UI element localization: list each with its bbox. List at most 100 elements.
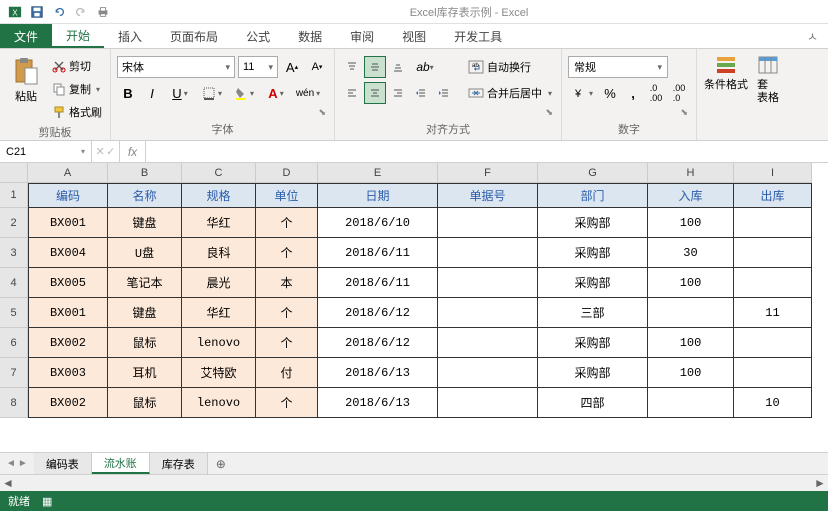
cell[interactable] <box>734 358 812 388</box>
cut-button[interactable]: 剪切 <box>50 56 104 76</box>
cell[interactable] <box>438 298 538 328</box>
merge-center-button[interactable]: 合并后居中▾ <box>465 82 555 104</box>
conditional-format-button[interactable]: 条件格式 <box>703 52 749 92</box>
align-launcher[interactable]: ⬊ <box>545 107 553 118</box>
cell[interactable]: BX001 <box>28 298 108 328</box>
font-color-button[interactable]: A▾ <box>261 82 291 104</box>
cell[interactable] <box>438 358 538 388</box>
cell[interactable]: 采购部 <box>538 328 648 358</box>
cell[interactable]: 鼠标 <box>108 328 182 358</box>
decrease-indent-button[interactable] <box>410 82 432 104</box>
cell[interactable]: 个 <box>256 238 318 268</box>
cell[interactable]: 100 <box>648 208 734 238</box>
decrease-decimal-button[interactable]: .00.0 <box>668 82 690 104</box>
header-cell[interactable]: 入库 <box>648 183 734 208</box>
undo-button[interactable] <box>48 1 70 23</box>
cell[interactable]: 三部 <box>538 298 648 328</box>
tab-file[interactable]: 文件 <box>0 24 52 48</box>
cell[interactable]: 华红 <box>182 208 256 238</box>
font-name-combo[interactable]: 宋体▾ <box>117 56 235 78</box>
increase-font-button[interactable]: A▴ <box>281 56 303 78</box>
tab-insert[interactable]: 插入 <box>104 24 156 48</box>
cell[interactable]: 2018/6/12 <box>318 328 438 358</box>
horizontal-scrollbar[interactable]: ◄ ► <box>0 474 828 491</box>
comma-button[interactable]: , <box>622 82 644 104</box>
cell[interactable]: lenovo <box>182 388 256 418</box>
cell[interactable]: BX001 <box>28 208 108 238</box>
col-header[interactable]: G <box>538 163 648 183</box>
header-cell[interactable]: 出库 <box>734 183 812 208</box>
header-cell[interactable]: 日期 <box>318 183 438 208</box>
row-header[interactable]: 3 <box>0 238 28 268</box>
cell[interactable]: 笔记本 <box>108 268 182 298</box>
orientation-button[interactable]: ab▾ <box>410 56 440 78</box>
col-header[interactable]: A <box>28 163 108 183</box>
cell[interactable]: 本 <box>256 268 318 298</box>
cell[interactable]: 个 <box>256 208 318 238</box>
bold-button[interactable]: B <box>117 82 139 104</box>
cell[interactable]: 采购部 <box>538 268 648 298</box>
cell[interactable] <box>734 238 812 268</box>
align-left-button[interactable] <box>341 82 363 104</box>
paste-button[interactable]: 粘贴 <box>6 52 46 104</box>
tab-dev[interactable]: 开发工具 <box>440 24 516 48</box>
scroll-right-icon[interactable]: ► <box>812 476 828 491</box>
cell[interactable]: BX005 <box>28 268 108 298</box>
sheet-tab-2[interactable]: 流水账 <box>92 453 150 474</box>
format-table-button[interactable]: 套 表格 <box>753 52 783 105</box>
underline-button[interactable]: U▾ <box>165 82 195 104</box>
cell[interactable]: BX002 <box>28 328 108 358</box>
name-box[interactable]: C21▾ <box>0 141 92 162</box>
col-header[interactable]: C <box>182 163 256 183</box>
cell[interactable]: 2018/6/11 <box>318 238 438 268</box>
cell[interactable]: 采购部 <box>538 358 648 388</box>
row-header[interactable]: 7 <box>0 358 28 388</box>
align-top-button[interactable] <box>341 56 363 78</box>
add-sheet-button[interactable]: ⊕ <box>208 453 234 474</box>
cell[interactable]: 30 <box>648 238 734 268</box>
header-cell[interactable]: 单位 <box>256 183 318 208</box>
cell[interactable] <box>438 328 538 358</box>
quick-print-button[interactable] <box>92 1 114 23</box>
align-middle-button[interactable] <box>364 56 386 78</box>
decrease-font-button[interactable]: A▾ <box>306 56 328 78</box>
cell[interactable]: U盘 <box>108 238 182 268</box>
cell[interactable]: 艾特欧 <box>182 358 256 388</box>
cell[interactable]: 耳机 <box>108 358 182 388</box>
tab-formula[interactable]: 公式 <box>232 24 284 48</box>
sheet-tab-1[interactable]: 编码表 <box>34 453 92 474</box>
cell[interactable]: 2018/6/12 <box>318 298 438 328</box>
sheet-tab-3[interactable]: 库存表 <box>150 453 208 474</box>
tab-data[interactable]: 数据 <box>284 24 336 48</box>
sheet-nav[interactable]: ◄► <box>0 453 34 474</box>
italic-button[interactable]: I <box>141 82 163 104</box>
cell[interactable]: BX003 <box>28 358 108 388</box>
cancel-formula-icon[interactable]: ✕ <box>96 145 105 158</box>
align-bottom-button[interactable] <box>387 56 409 78</box>
font-launcher[interactable]: ⬊ <box>318 107 326 118</box>
col-header[interactable]: E <box>318 163 438 183</box>
clipboard-launcher[interactable]: ⬊ <box>94 110 102 121</box>
font-size-combo[interactable]: 11▾ <box>238 56 278 78</box>
cell[interactable] <box>438 268 538 298</box>
scroll-left-icon[interactable]: ◄ <box>0 476 16 491</box>
col-header[interactable]: F <box>438 163 538 183</box>
tab-layout[interactable]: 页面布局 <box>156 24 232 48</box>
tab-home[interactable]: 开始 <box>52 24 104 48</box>
cell[interactable]: lenovo <box>182 328 256 358</box>
cell[interactable]: 个 <box>256 328 318 358</box>
cell[interactable] <box>734 328 812 358</box>
cell[interactable]: 华红 <box>182 298 256 328</box>
tab-review[interactable]: 审阅 <box>336 24 388 48</box>
cell[interactable]: BX004 <box>28 238 108 268</box>
cell[interactable]: 晨光 <box>182 268 256 298</box>
row-header[interactable]: 1 <box>0 183 28 208</box>
cell[interactable]: 100 <box>648 268 734 298</box>
fill-color-button[interactable]: ▾ <box>229 82 259 104</box>
copy-button[interactable]: 复制▾ <box>50 79 104 99</box>
phonetic-button[interactable]: wén▾ <box>293 82 323 104</box>
cell[interactable]: 2018/6/10 <box>318 208 438 238</box>
header-cell[interactable]: 单据号 <box>438 183 538 208</box>
cell[interactable]: 采购部 <box>538 238 648 268</box>
enter-formula-icon[interactable]: ✓ <box>106 145 115 158</box>
